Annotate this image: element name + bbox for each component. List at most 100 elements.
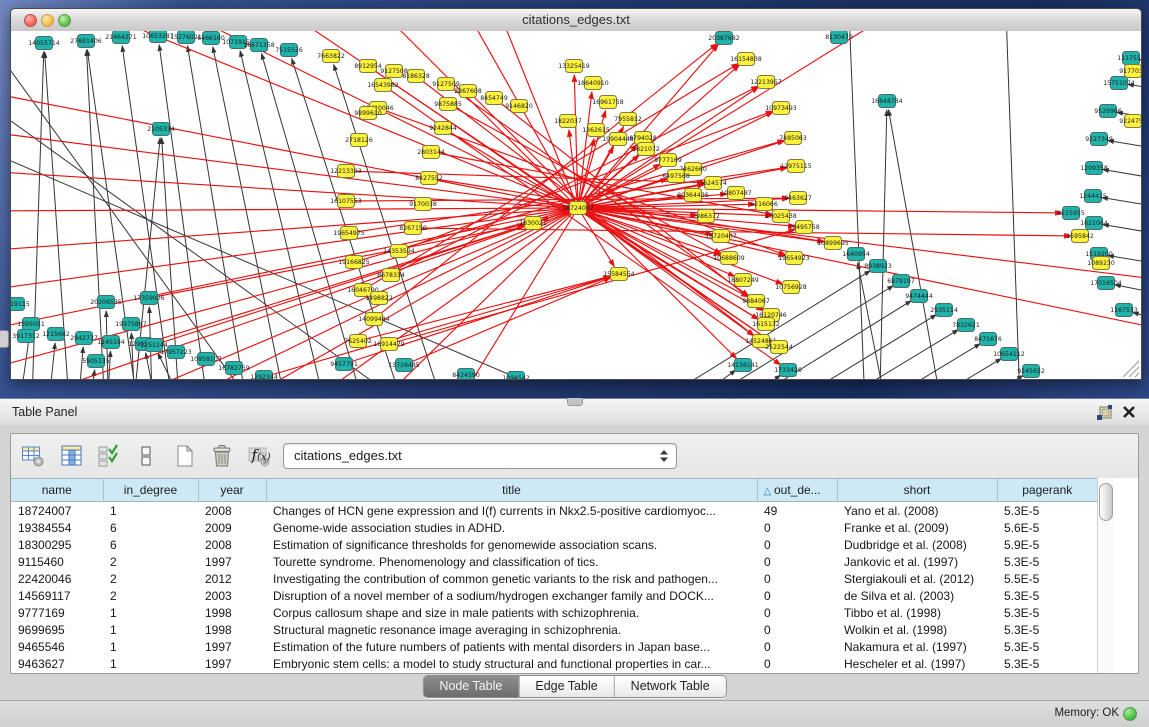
graph-node[interactable]: 20206535 [90,296,122,309]
graph-node[interactable]: 12975115 [780,160,812,173]
table-row[interactable]: 946554611997Estimation of the future num… [11,639,1097,656]
column-header-in_degree[interactable]: in_degree [103,479,198,502]
column-checks-button[interactable] [95,442,123,470]
graph-node[interactable]: 1395051 [17,318,45,331]
graph-node[interactable]: 1595842 [1066,230,1094,243]
cell-pagerank[interactable]: 5.3E-5 [997,587,1097,604]
graph-node[interactable]: 14099484 [358,313,390,326]
graph-node[interactable]: 16782759 [218,362,250,375]
cell-short[interactable]: Nakamura et al. (1997) [837,639,997,656]
tab-node-table[interactable]: Node Table [423,676,518,697]
graph-node[interactable]: 5905135 [82,355,110,368]
graph-node[interactable]: 9529966 [1094,105,1122,118]
cell-out_degree[interactable]: 0 [757,587,837,604]
cell-name[interactable]: 18724007 [11,502,103,520]
graph-node[interactable]: 7485063 [779,132,807,145]
cell-name[interactable]: 9777169 [11,605,103,622]
column-header-name[interactable]: name [11,479,103,502]
graph-node[interactable]: 14055714 [28,37,60,50]
network-window[interactable]: citations_edges.txt 14055714276914062146… [10,8,1142,380]
cell-title[interactable]: Tourette syndrome. Phenomenology and cla… [266,553,757,570]
graph-node[interactable]: 8215955 [1057,207,1085,220]
collapse-panel-tab[interactable] [0,330,9,348]
graph-node[interactable]: 27691406 [70,35,102,48]
graph-node[interactable]: 8454749 [480,92,508,105]
cell-in_degree[interactable]: 1 [103,605,198,622]
graph-node[interactable]: 7515526 [275,44,303,57]
graph-node[interactable]: 2935114 [930,304,958,317]
graph-node[interactable]: 1292344 [250,371,278,380]
tab-edge-table[interactable]: Edge Table [518,676,613,697]
cell-title[interactable]: Genome-wide association studies in ADHD. [266,519,757,536]
cell-short[interactable]: Hescheler et al. (1997) [837,656,997,673]
tab-network-table[interactable]: Network Table [614,676,726,697]
cell-pagerank[interactable]: 5.5E-5 [997,570,1097,587]
graph-node[interactable]: 16961758 [592,96,624,109]
graph-node[interactable]: 14136141 [727,359,759,372]
cell-in_degree[interactable]: 2 [103,570,198,587]
resize-grip[interactable] [1123,361,1139,377]
table-row[interactable]: 977716911998Corpus callosum shape and si… [11,605,1097,622]
graph-node[interactable]: 10025438 [765,210,797,223]
graph-node[interactable]: 19654975 [333,227,365,240]
cell-name[interactable]: 18300295 [11,536,103,553]
cell-name[interactable]: 19384554 [11,519,103,536]
cell-year[interactable]: 2008 [198,536,266,553]
cell-in_degree[interactable]: 6 [103,519,198,536]
cell-title[interactable]: Estimation of significance thresholds fo… [266,536,757,553]
cell-pagerank[interactable]: 5.3E-5 [997,622,1097,639]
graph-node[interactable]: 8938923 [864,260,892,273]
graph-node[interactable]: 12213393 [330,165,362,178]
cell-out_degree[interactable]: 0 [757,639,837,656]
cell-title[interactable]: Estimation of the future numbers of pati… [266,639,757,656]
graph-node[interactable]: 2619115 [11,298,30,311]
graph-node[interactable]: 17016504 [1090,277,1122,290]
graph-node[interactable]: 3624574 [699,177,727,190]
graph-node[interactable]: 10688609 [713,252,745,265]
cell-out_degree[interactable]: 0 [757,656,837,673]
table-row[interactable]: 1872400712008Changes of HCN gene express… [11,502,1097,520]
graph-node[interactable]: 1244415 [1079,190,1107,203]
graph-node[interactable]: 20364436 [677,189,709,202]
cell-out_degree[interactable]: 0 [757,519,837,536]
graph-node[interactable]: 2718126 [345,134,373,147]
graph-node[interactable]: 21464371 [105,31,137,44]
table-row[interactable]: 969969511998Structural magnetic resonanc… [11,622,1097,639]
graph-node[interactable]: 7955812 [614,113,642,126]
cell-pagerank[interactable]: 5.6E-5 [997,519,1097,536]
cell-title[interactable]: Investigating the contribution of common… [266,570,757,587]
graph-node[interactable]: 8424590 [452,369,480,380]
graph-node[interactable]: 7625402 [344,335,372,348]
graph-node[interactable]: 16914479 [373,338,405,351]
graph-node[interactable]: 8471676 [974,333,1002,346]
cell-title[interactable]: Disruption of a novel member of a sodium… [266,587,757,604]
column-header-short[interactable]: short [837,479,997,502]
cell-name[interactable]: 22420046 [11,570,103,587]
graph-node[interactable]: 2942737 [70,332,98,345]
column-header-pagerank[interactable]: pagerank [997,479,1097,502]
graph-node[interactable]: 1640954 [842,248,870,261]
table-row[interactable]: 1830029562008Estimation of significance … [11,536,1097,553]
vertical-scrollbar[interactable] [1097,478,1113,673]
graph-node[interactable]: 17359926 [133,292,165,305]
graph-node[interactable]: 9474444 [905,290,933,303]
graph-node[interactable]: 1167533 [1110,304,1138,317]
panes-button[interactable] [132,442,160,470]
table-row[interactable]: 1938455462009Genome-wide association stu… [11,519,1097,536]
cell-in_degree[interactable]: 1 [103,639,198,656]
graph-node[interactable]: 1733426 [774,364,802,377]
cell-short[interactable]: Wolkin et al. (1998) [837,622,997,639]
cell-out_degree[interactable]: 0 [757,570,837,587]
graph-node[interactable]: 10807487 [720,187,752,200]
cell-year[interactable]: 2009 [198,519,266,536]
cell-name[interactable]: 14569117 [11,587,103,604]
cell-in_degree[interactable]: 1 [103,622,198,639]
close-panel-icon[interactable] [1121,404,1137,420]
graph-node[interactable]: 7832621 [952,319,980,332]
cell-pagerank[interactable]: 5.3E-5 [997,553,1097,570]
cell-title[interactable]: Corpus callosum shape and size in male p… [266,605,757,622]
graph-node[interactable]: 1822037 [554,115,582,128]
cell-year[interactable]: 1997 [198,639,266,656]
cell-year[interactable]: 1997 [198,553,266,570]
table-settings-button[interactable] [19,442,47,470]
